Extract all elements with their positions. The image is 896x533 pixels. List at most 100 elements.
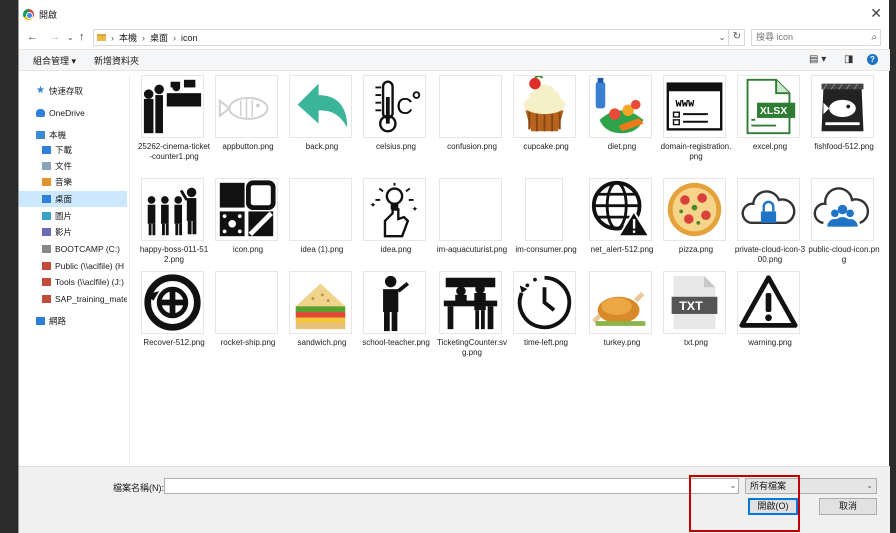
toolbar: 組合管理 ▾ 新增資料夾 ▤ ▾ ◨ ? bbox=[19, 49, 890, 71]
warning-triangle-icon bbox=[737, 271, 800, 334]
cancel-button[interactable]: 取消 bbox=[819, 498, 877, 515]
download-icon bbox=[42, 146, 51, 154]
svg-text:WWW: WWW bbox=[675, 99, 695, 111]
file-name: TicketingCounter.svg.png bbox=[437, 338, 507, 357]
filename-label: 檔案名稱(N): bbox=[113, 483, 164, 493]
sidebar-item[interactable]: 桌面 bbox=[19, 191, 127, 207]
breadcrumb-desktop[interactable]: 桌面 bbox=[150, 31, 168, 44]
svg-text:✦: ✦ bbox=[370, 201, 377, 210]
sidebar-item[interactable]: 下載 bbox=[19, 142, 127, 158]
view-options-icon[interactable]: ▤ ▾ bbox=[809, 54, 826, 65]
sidebar-item[interactable]: OneDrive bbox=[19, 105, 127, 121]
file-item[interactable]: warning.png bbox=[733, 271, 803, 371]
sidebar-item-label: 影片 bbox=[55, 227, 73, 237]
up-arrow-icon[interactable]: ↑ bbox=[79, 29, 85, 46]
back-arrow-icon[interactable]: ← bbox=[27, 29, 38, 46]
file-item[interactable]: fishfood-512.png bbox=[807, 75, 877, 175]
xlsx-file-icon: XLSX bbox=[737, 75, 800, 138]
window-title: 開啟 bbox=[39, 10, 58, 20]
file-item[interactable]: turkey.png bbox=[585, 271, 655, 371]
sidebar-item[interactable]: BOOTCAMP (C:) bbox=[19, 241, 127, 257]
file-name: net_alert-512.png bbox=[590, 245, 654, 254]
file-item[interactable]: public-cloud-icon.png bbox=[807, 178, 880, 278]
file-item[interactable]: XLSX excel.png bbox=[733, 75, 803, 175]
sidebar-item[interactable]: ★ 快速存取 bbox=[19, 83, 127, 99]
sidebar-item-label: 下載 bbox=[55, 145, 73, 155]
file-item[interactable]: WWW domain-registration.png bbox=[659, 75, 731, 175]
file-item[interactable]: net_alert-512.png bbox=[585, 178, 655, 278]
file-item[interactable]: ✦ ✦ idea.png bbox=[359, 178, 429, 278]
file-item[interactable]: Ccelsius.png bbox=[359, 75, 429, 175]
cloud-lock-icon bbox=[737, 178, 800, 241]
file-item[interactable]: appbutton.png bbox=[211, 75, 281, 175]
file-item[interactable]: happy-boss-011-512.png bbox=[137, 178, 208, 278]
organize-button[interactable]: 組合管理 ▾ bbox=[33, 54, 76, 67]
filename-input[interactable] bbox=[164, 478, 739, 494]
drive-icon bbox=[42, 245, 51, 253]
file-item[interactable]: idea (1).png bbox=[285, 178, 355, 278]
file-item[interactable]: 25262-cinema-ticket-counter1.png bbox=[137, 75, 210, 175]
file-item[interactable]: sandwich.png bbox=[285, 271, 355, 371]
help-icon[interactable]: ? bbox=[867, 54, 878, 65]
file-item[interactable]: diet.png bbox=[585, 75, 655, 175]
file-name: celsius.png bbox=[375, 142, 417, 151]
file-item[interactable]: cupcake.png bbox=[509, 75, 579, 175]
file-item[interactable]: TicketingCounter.svg.png bbox=[435, 271, 507, 371]
ticket-counter-icon bbox=[439, 271, 502, 334]
file-item[interactable]: rocket-ship.png bbox=[211, 271, 281, 371]
file-item[interactable]: confusion.png bbox=[435, 75, 505, 175]
sidebar-item[interactable]: 影片 bbox=[19, 224, 127, 240]
address-bar[interactable]: › 本機 › 桌面 › icon bbox=[93, 29, 745, 46]
file-item[interactable]: back.png bbox=[285, 75, 355, 175]
file-name: pizza.png bbox=[678, 245, 714, 254]
chevron-down-icon[interactable]: ⌄ bbox=[67, 29, 74, 46]
blank-narrow-icon bbox=[525, 178, 563, 241]
address-history-dropdown-icon[interactable]: ⌄ bbox=[716, 29, 728, 46]
teacher-icon bbox=[363, 271, 426, 334]
diet-food-icon bbox=[589, 75, 652, 138]
svg-text:✦: ✦ bbox=[412, 204, 419, 213]
sidebar-item[interactable]: SAP_training_mate bbox=[19, 291, 127, 307]
sidebar-item[interactable]: 音樂 bbox=[19, 174, 127, 190]
close-icon[interactable]: ✕ bbox=[870, 6, 882, 20]
sandwich-icon bbox=[289, 271, 352, 334]
pizza-icon bbox=[663, 178, 726, 241]
file-item[interactable]: pizza.png bbox=[659, 178, 729, 278]
txt-file-icon: TXT bbox=[663, 271, 726, 334]
breadcrumb-this-pc[interactable]: 本機 bbox=[119, 31, 137, 44]
sidebar-item[interactable]: 本機 bbox=[19, 127, 127, 143]
sidebar-item[interactable]: 圖片 bbox=[19, 208, 127, 224]
file-item[interactable]: TXT txt.png bbox=[659, 271, 729, 371]
preview-pane-icon[interactable]: ◨ bbox=[844, 54, 853, 65]
sidebar-item[interactable]: 文件 bbox=[19, 158, 127, 174]
pane-divider[interactable] bbox=[129, 75, 130, 465]
file-item[interactable]: im-consumer.png bbox=[509, 178, 579, 278]
sidebar-item-label: 網路 bbox=[49, 316, 67, 326]
svg-text:C: C bbox=[396, 93, 413, 119]
document-icon bbox=[42, 162, 51, 170]
sidebar-item-label: 桌面 bbox=[55, 194, 73, 204]
star-icon: ★ bbox=[36, 85, 45, 96]
file-item[interactable]: Recover-512.png bbox=[137, 271, 207, 371]
new-folder-button[interactable]: 新增資料夾 bbox=[94, 54, 139, 67]
cloud-icon bbox=[36, 109, 45, 117]
file-item[interactable]: icon.png bbox=[211, 178, 281, 278]
file-item[interactable]: private-cloud-icon-300.png bbox=[733, 178, 805, 278]
file-name: idea.png bbox=[380, 245, 412, 254]
music-icon bbox=[42, 178, 51, 186]
search-placeholder: 搜尋 icon bbox=[756, 32, 794, 42]
file-name: public-cloud-icon.png bbox=[808, 245, 880, 264]
sidebar-item[interactable]: 網路 bbox=[19, 313, 127, 329]
sidebar-item[interactable]: Public (\\aclfile) (H bbox=[19, 258, 127, 274]
file-item[interactable]: im-aquacuturist.png bbox=[435, 178, 507, 278]
file-item[interactable]: school-teacher.png bbox=[359, 271, 430, 371]
breadcrumb-icon[interactable]: icon bbox=[181, 33, 198, 43]
search-input[interactable]: 搜尋 icon ⌕ bbox=[751, 29, 881, 46]
open-file-dialog: 開啟 ✕ ← → ⌄ ↑ › 本機 › 桌面 › icon ⌄ ↻ 搜尋 ico… bbox=[18, 0, 890, 533]
sidebar-item[interactable]: Tools (\\aclfile) (J:) bbox=[19, 274, 127, 290]
refresh-icon[interactable]: ↻ bbox=[728, 29, 745, 46]
file-item[interactable]: time-left.png bbox=[509, 271, 579, 371]
forward-arrow-icon[interactable]: → bbox=[49, 29, 60, 46]
file-name: cupcake.png bbox=[523, 142, 569, 151]
vertical-scrollbar[interactable] bbox=[879, 75, 889, 465]
